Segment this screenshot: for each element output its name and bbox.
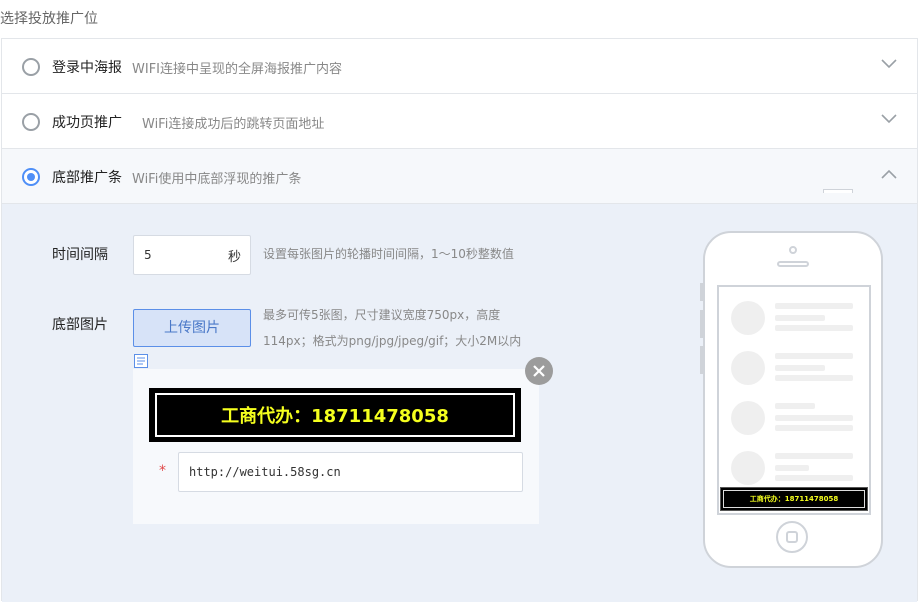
interval-label: 时间间隔 — [52, 247, 108, 263]
images-hint-line1: 最多可传5张图，尺寸建议宽度750px，高度 — [263, 308, 501, 322]
phone-banner-text: 工商代办：18711478058 — [723, 490, 865, 508]
placeholder-line — [775, 303, 853, 309]
placeholder-line — [775, 475, 853, 481]
placeholder-line — [775, 425, 853, 431]
avatar — [731, 451, 765, 485]
chevron-down-icon[interactable] — [881, 114, 897, 128]
option-login-poster[interactable]: 登录中海报 WIFI连接中呈现的全屏海报推广内容 — [2, 39, 917, 94]
images-hint-line2: 114px；格式为png/jpg/jpeg/gif；大小2M以内 — [263, 334, 522, 348]
banner-image: 工商代办：18711478058 — [149, 388, 521, 442]
images-label: 底部图片 — [52, 317, 108, 333]
required-mark: * — [159, 463, 166, 479]
link-url-input[interactable]: http://weitui.58sg.cn — [178, 452, 523, 492]
placeholder-line — [775, 465, 809, 471]
option-description: WiFi使用中底部浮现的推广条 — [132, 172, 302, 187]
image-item-card: 工商代办：18711478058 * http://weitui.58sg.cn — [133, 369, 539, 524]
interval-value: 5 — [144, 248, 152, 262]
option-description: WIFI连接中呈现的全屏海报推广内容 — [132, 62, 342, 77]
speaker-icon — [777, 261, 809, 267]
close-icon[interactable] — [525, 357, 553, 385]
banner-text: 工商代办：18711478058 — [155, 393, 515, 437]
interval-hint: 设置每张图片的轮播时间间隔，1～10秒整数值 — [263, 247, 514, 261]
radio-bottom-bar[interactable] — [22, 168, 40, 186]
document-icon[interactable] — [133, 353, 149, 369]
placeholder-line — [775, 453, 853, 459]
phone-top-button — [823, 189, 853, 193]
placeholder-line — [775, 353, 853, 359]
option-title: 登录中海报 — [52, 60, 122, 76]
camera-icon — [789, 246, 797, 254]
placeholder-line — [775, 315, 825, 321]
avatar — [731, 351, 765, 385]
phone-preview: 工商代办：18711478058 — [703, 231, 883, 568]
link-url-value: http://weitui.58sg.cn — [189, 465, 341, 479]
phone-screen: 工商代办：18711478058 — [717, 285, 871, 515]
section-title: 选择投放推广位 — [0, 11, 98, 27]
option-description: WiFi连接成功后的跳转页面地址 — [142, 117, 325, 132]
option-bottom-bar[interactable]: 底部推广条 WiFi使用中底部浮现的推广条 — [2, 149, 917, 204]
avatar — [731, 301, 765, 335]
radio-success-page[interactable] — [22, 113, 40, 131]
radio-login-poster[interactable] — [22, 58, 40, 76]
avatar — [731, 401, 765, 435]
option-success-page[interactable]: 成功页推广 WiFi连接成功后的跳转页面地址 — [2, 94, 917, 149]
placeholder-line — [775, 403, 815, 409]
placeholder-line — [775, 365, 825, 371]
option-title: 底部推广条 — [52, 170, 122, 186]
placeholder-line — [775, 415, 853, 421]
chevron-down-icon[interactable] — [881, 59, 897, 73]
interval-unit: 秒 — [227, 250, 241, 265]
chevron-up-icon[interactable] — [881, 169, 897, 183]
phone-banner: 工商代办：18711478058 — [720, 487, 868, 511]
placeholder-line — [775, 375, 853, 381]
option-title: 成功页推广 — [52, 115, 122, 131]
home-button-icon — [776, 521, 808, 553]
placeholder-line — [775, 325, 853, 331]
interval-input[interactable]: 5 秒 — [133, 235, 251, 275]
upload-image-button[interactable]: 上传图片 — [133, 309, 251, 347]
